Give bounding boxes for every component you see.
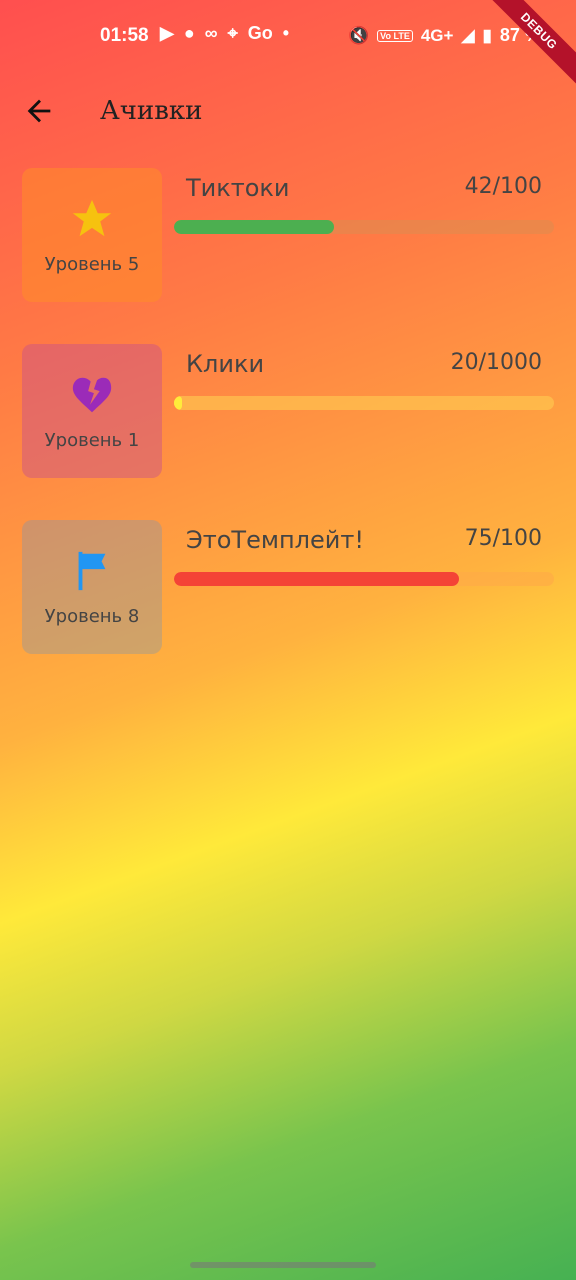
achievement-badge: Уровень 5	[22, 168, 162, 302]
broken-heart-icon	[72, 377, 112, 412]
level-label: Уровень 8	[44, 605, 140, 627]
link-icon: ∞	[204, 23, 218, 43]
youtube-icon: ▶	[160, 23, 174, 43]
go-icon: Go	[247, 23, 273, 43]
achievement-name: Тиктоки	[186, 174, 290, 202]
signal-icon: ◢	[461, 25, 475, 45]
flag-icon	[78, 551, 106, 590]
achievement-row: Уровень 5 Тиктоки 42/100	[22, 168, 554, 302]
achievement-count: 20/1000	[450, 350, 542, 375]
system-icons: 🔇 Vo LTE 4G+ ◢ ▮ 87 %	[348, 25, 541, 46]
status-time: 01:58	[100, 25, 149, 46]
achievement-badge: Уровень 1	[22, 344, 162, 478]
home-indicator[interactable]	[190, 1262, 376, 1268]
mute-icon: 🔇	[348, 25, 370, 45]
network-type: 4G+	[420, 25, 454, 45]
achievement-badge: Уровень 8	[22, 520, 162, 654]
achievement-count: 42/100	[464, 174, 542, 199]
level-label: Уровень 5	[44, 253, 140, 275]
status-bar: 01:58 ▶ ● ∞ ⌖ Go • 🔇 Vo LTE 4G+ ◢ ▮ 87 %	[0, 0, 576, 74]
star-icon	[72, 199, 112, 236]
progress-track	[174, 220, 554, 234]
app-icon: ●	[183, 23, 195, 43]
progress-track	[174, 396, 554, 410]
notification-icons: ▶ ● ∞ ⌖ Go •	[160, 23, 289, 44]
battery-icon: ▮	[482, 25, 492, 45]
progress-track	[174, 572, 554, 586]
volte-badge: Vo LTE	[377, 29, 413, 42]
page-title: Ачивки	[100, 96, 203, 126]
achievement-count: 75/100	[464, 526, 542, 551]
progress-fill	[174, 220, 334, 234]
progress-fill	[174, 396, 182, 410]
achievement-row: Уровень 8 ЭтоТемплейт! 75/100	[22, 520, 554, 654]
app-bar: Ачивки	[0, 80, 576, 144]
back-arrow-icon[interactable]	[22, 94, 56, 128]
achievement-name: Клики	[186, 350, 265, 378]
achievement-row: Уровень 1 Клики 20/1000	[22, 344, 554, 478]
dot-icon: •	[282, 23, 290, 43]
progress-fill	[174, 572, 459, 586]
level-label: Уровень 1	[44, 429, 140, 451]
location-icon: ⌖	[227, 23, 238, 43]
achievement-name: ЭтоТемплейт!	[186, 526, 364, 554]
